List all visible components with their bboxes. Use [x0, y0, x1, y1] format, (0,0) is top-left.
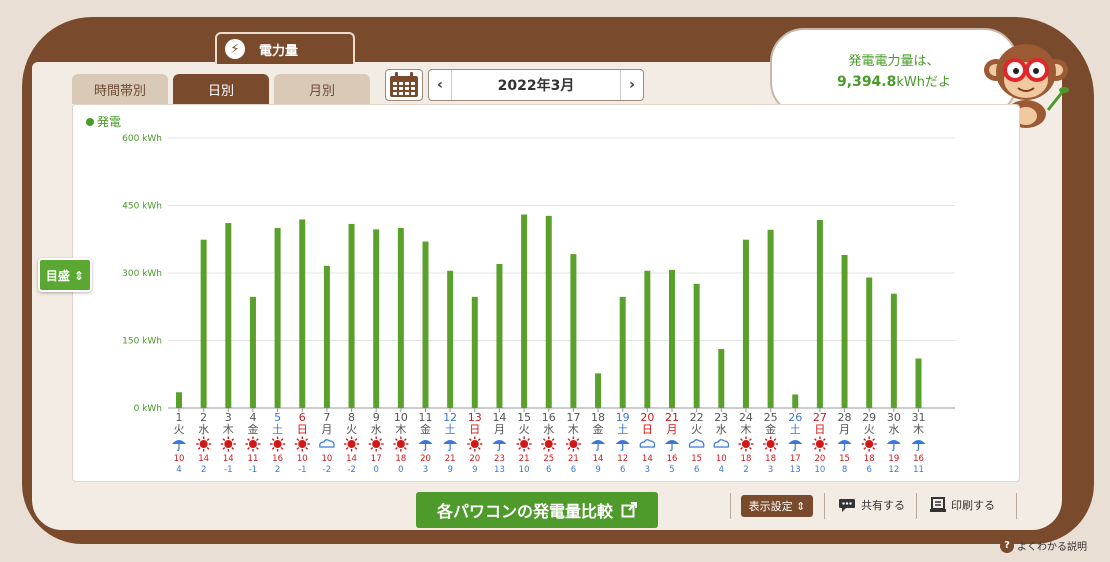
- help-label: よくわかる説明: [1017, 542, 1087, 553]
- help-link[interactable]: ? よくわかる説明: [1000, 538, 1087, 553]
- bubble-line1: 発電電力量は、: [848, 54, 940, 69]
- compare-inverters-button[interactable]: 各パワコンの発電量比較: [416, 492, 658, 528]
- date-navigator: ‹ 2022年3月 ›: [428, 69, 644, 101]
- question-icon: ?: [1000, 538, 1014, 553]
- display-settings-select[interactable]: 表示設定 ⇕: [741, 495, 813, 517]
- compare-button-label: 各パワコンの発電量比較: [436, 502, 613, 521]
- print-button[interactable]: 印刷する: [930, 497, 995, 513]
- scale-button[interactable]: 目盛 ⇕: [38, 258, 92, 292]
- calendar-icon: [390, 72, 418, 97]
- share-button[interactable]: 共有する: [838, 497, 905, 513]
- printer-icon: [930, 497, 946, 512]
- next-month-button[interactable]: ›: [621, 70, 643, 100]
- total-generation-value: 9,394.8: [837, 74, 897, 90]
- current-month-label: 2022年3月: [451, 70, 621, 100]
- calendar-button[interactable]: [385, 69, 423, 101]
- toolbar-separator: [916, 493, 917, 519]
- share-label: 共有する: [861, 499, 905, 512]
- total-generation-unit: kWhだよ: [896, 75, 951, 90]
- tab-monthly[interactable]: 月別: [274, 74, 370, 104]
- speech-bubble-icon: [839, 498, 855, 512]
- tab-daily[interactable]: 日別: [173, 74, 269, 104]
- toolbar-separator: [1016, 493, 1017, 519]
- print-label: 印刷する: [951, 499, 995, 512]
- bolt-icon: ⚡: [225, 39, 245, 59]
- tab-electricity-label: 電力量: [259, 43, 299, 59]
- chart-legend: 発電: [86, 113, 121, 130]
- bubble-line2: 9,394.8kWhだよ: [772, 72, 1016, 93]
- toolbar-separator: [824, 493, 825, 519]
- tab-electricity[interactable]: ⚡ 電力量: [215, 32, 355, 64]
- tab-hourly[interactable]: 時間帯別: [72, 74, 168, 104]
- toolbar-separator: [730, 493, 731, 519]
- legend-dot-icon: [86, 117, 94, 126]
- chart-card: [72, 104, 1020, 482]
- external-link-icon: [621, 502, 637, 518]
- summary-bubble: 発電電力量は、 9,394.8kWhだよ: [770, 28, 1018, 116]
- prev-month-button[interactable]: ‹: [429, 70, 451, 100]
- legend-label: 発電: [97, 115, 122, 129]
